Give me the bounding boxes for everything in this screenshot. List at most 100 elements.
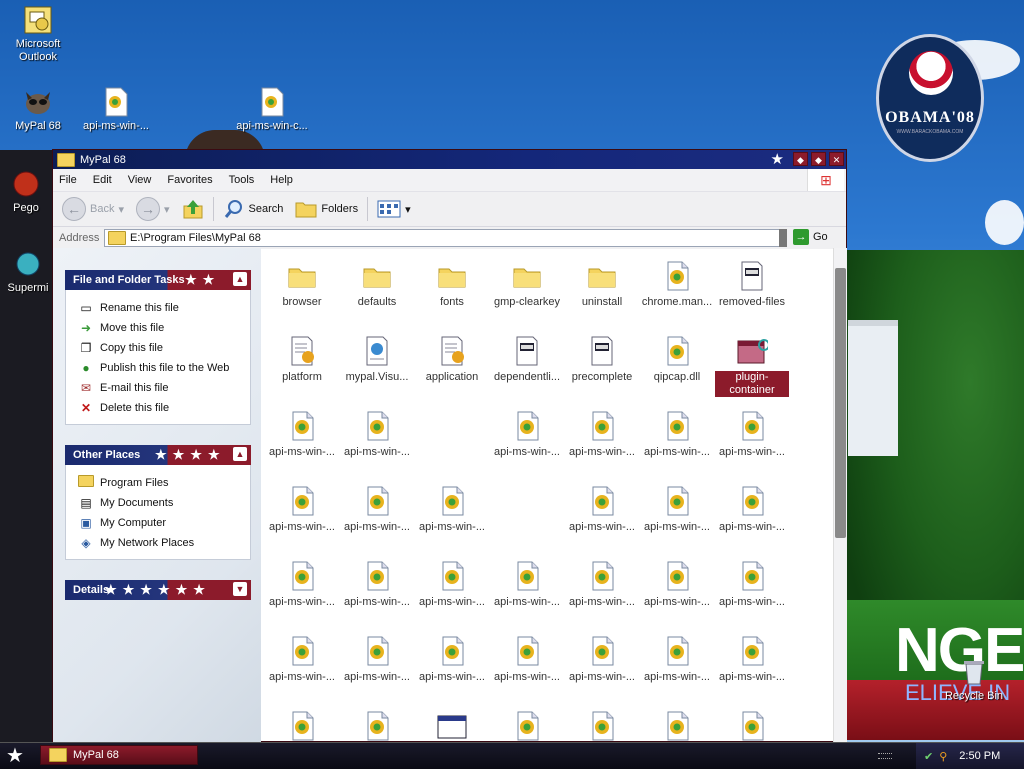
menu-file[interactable]: File — [59, 174, 77, 186]
file-item[interactable]: api-ms-win-... — [340, 410, 414, 459]
menu-help[interactable]: Help — [270, 174, 293, 186]
file-item[interactable]: api-ms-win-... — [640, 410, 714, 459]
back-button[interactable]: ← Back ▾ — [59, 195, 127, 223]
file-item[interactable]: api-ms-win-... — [565, 560, 639, 609]
file-item[interactable] — [415, 710, 489, 746]
desktop-icon-dll-1[interactable]: api-ms-win-... — [78, 86, 154, 133]
task-rename[interactable]: ▭ Rename this file — [78, 298, 250, 318]
file-item[interactable]: removed-files — [715, 260, 789, 309]
file-item[interactable]: api-ms-win-... — [490, 560, 564, 609]
task-email[interactable]: ✉ E-mail this file — [78, 378, 250, 398]
task-move[interactable]: ➜ Move this file — [78, 318, 250, 338]
file-item[interactable]: api-ms-win-... — [715, 635, 789, 684]
file-item[interactable]: api-ms-win-... — [265, 560, 339, 609]
forward-button[interactable]: → ▾ — [133, 195, 173, 223]
file-item[interactable]: api-ms-win-... — [565, 410, 639, 459]
file-item[interactable]: api-ms-win-... — [640, 485, 714, 534]
place-my-documents[interactable]: ▤ My Documents — [78, 493, 250, 513]
folder-item[interactable]: uninstall — [565, 260, 639, 309]
desktop-icon-recycle-bin[interactable]: Recycle Bin — [936, 656, 1012, 703]
menu-tools[interactable]: Tools — [229, 174, 255, 186]
folder-item[interactable]: gmp-clearkey — [490, 260, 564, 309]
go-button[interactable]: → Go — [793, 229, 828, 245]
file-label: api-ms-win-... — [568, 446, 635, 458]
clock[interactable]: 2:50 PM — [959, 750, 1000, 762]
file-item[interactable]: api-ms-win-... — [265, 410, 339, 459]
address-input[interactable]: E:\Program Files\MyPal 68 — [104, 229, 784, 247]
file-item[interactable] — [565, 710, 639, 746]
title-bar[interactable]: MyPal 68 ★ ◆ ◆ ✕ — [53, 150, 846, 169]
views-button[interactable]: ▾ — [374, 195, 414, 223]
file-item[interactable]: api-ms-win-... — [565, 635, 639, 684]
search-button[interactable]: Search — [220, 195, 287, 223]
file-item[interactable]: api-ms-win-... — [715, 485, 789, 534]
folder-item[interactable]: defaults — [340, 260, 414, 309]
folder-item[interactable]: fonts — [415, 260, 489, 309]
file-item[interactable]: api-ms-win-... — [340, 560, 414, 609]
file-item[interactable]: dependentli... — [490, 335, 564, 384]
file-item[interactable]: api-ms-win-... — [265, 485, 339, 534]
start-button[interactable]: ★ — [6, 745, 24, 767]
task-copy[interactable]: ❐ Copy this file — [78, 338, 250, 358]
file-item[interactable]: application — [415, 335, 489, 384]
other-places-header[interactable]: Other Places ★★★★ ▲ — [65, 445, 251, 465]
collapse-icon[interactable]: ▲ — [233, 272, 247, 286]
place-my-network[interactable]: ◈ My Network Places — [78, 533, 250, 553]
desktop-icon-mypal[interactable]: MyPal 68 — [0, 86, 76, 133]
place-my-computer[interactable]: ▣ My Computer — [78, 513, 250, 533]
vertical-scrollbar[interactable] — [833, 248, 847, 743]
maximize-button[interactable]: ◆ — [811, 152, 826, 166]
scrollbar-thumb[interactable] — [835, 268, 846, 538]
task-publish[interactable]: ● Publish this file to the Web — [78, 358, 250, 378]
menu-view[interactable]: View — [128, 174, 152, 186]
file-item[interactable]: platform — [265, 335, 339, 384]
details-header[interactable]: Details ★★★★★★ ▼ — [65, 580, 251, 600]
folder-item[interactable]: browser — [265, 260, 339, 309]
file-item[interactable]: plugin-container — [715, 335, 789, 397]
taskbar-button-mypal[interactable]: MyPal 68 — [40, 745, 198, 765]
network-tray-icon[interactable]: ✔ — [924, 750, 933, 763]
file-item[interactable]: api-ms-win-... — [565, 485, 639, 534]
dll-icon — [292, 636, 314, 666]
file-item[interactable]: api-ms-win-... — [640, 635, 714, 684]
file-item[interactable] — [265, 710, 339, 746]
collapse-icon[interactable]: ▲ — [233, 447, 247, 461]
file-item[interactable] — [715, 710, 789, 746]
minimize-button[interactable]: ◆ — [793, 152, 808, 166]
file-item[interactable]: api-ms-win-... — [640, 560, 714, 609]
file-item[interactable] — [340, 710, 414, 746]
file-tasks-header[interactable]: File and Folder Tasks ★★ ▲ — [65, 270, 251, 290]
file-item[interactable]: api-ms-win-... — [490, 635, 564, 684]
folders-button[interactable]: Folders — [292, 195, 361, 223]
file-item[interactable]: api-ms-win-... — [415, 485, 489, 534]
search-tray-icon[interactable]: ⚲ — [939, 750, 947, 763]
file-item[interactable]: qipcap.dll — [640, 335, 714, 384]
file-item[interactable] — [640, 710, 714, 746]
desktop-icon-supermi[interactable]: Supermi — [0, 248, 56, 295]
up-folder-button[interactable] — [179, 195, 207, 223]
place-program-files[interactable]: Program Files — [78, 473, 250, 493]
menu-edit[interactable]: Edit — [93, 174, 112, 186]
file-item[interactable]: api-ms-win-... — [715, 560, 789, 609]
menu-favorites[interactable]: Favorites — [167, 174, 212, 186]
address-dropdown-button[interactable] — [779, 229, 787, 247]
file-item[interactable] — [490, 710, 564, 746]
file-item[interactable]: api-ms-win-... — [490, 410, 564, 459]
toolbar-separator — [367, 197, 369, 221]
close-button[interactable]: ✕ — [829, 152, 844, 166]
desktop-icon-pego[interactable]: Pego — [0, 168, 52, 215]
file-item[interactable]: api-ms-win-... — [415, 635, 489, 684]
place-label: My Computer — [100, 517, 167, 529]
file-item[interactable]: api-ms-win-... — [340, 485, 414, 534]
file-item[interactable]: api-ms-win-... — [415, 560, 489, 609]
expand-icon[interactable]: ▼ — [233, 582, 247, 596]
file-item[interactable]: mypal.Visu... — [340, 335, 414, 384]
file-item[interactable]: precomplete — [565, 335, 639, 384]
desktop-icon-dll-2[interactable]: api-ms-win-c... — [234, 86, 310, 133]
file-item[interactable]: api-ms-win-... — [715, 410, 789, 459]
desktop-icon-outlook[interactable]: Microsoft Outlook — [0, 4, 76, 64]
file-item[interactable]: chrome.man... — [640, 260, 714, 309]
file-item[interactable]: api-ms-win-... — [265, 635, 339, 684]
task-delete[interactable]: ✕ Delete this file — [78, 398, 250, 418]
file-item[interactable]: api-ms-win-... — [340, 635, 414, 684]
